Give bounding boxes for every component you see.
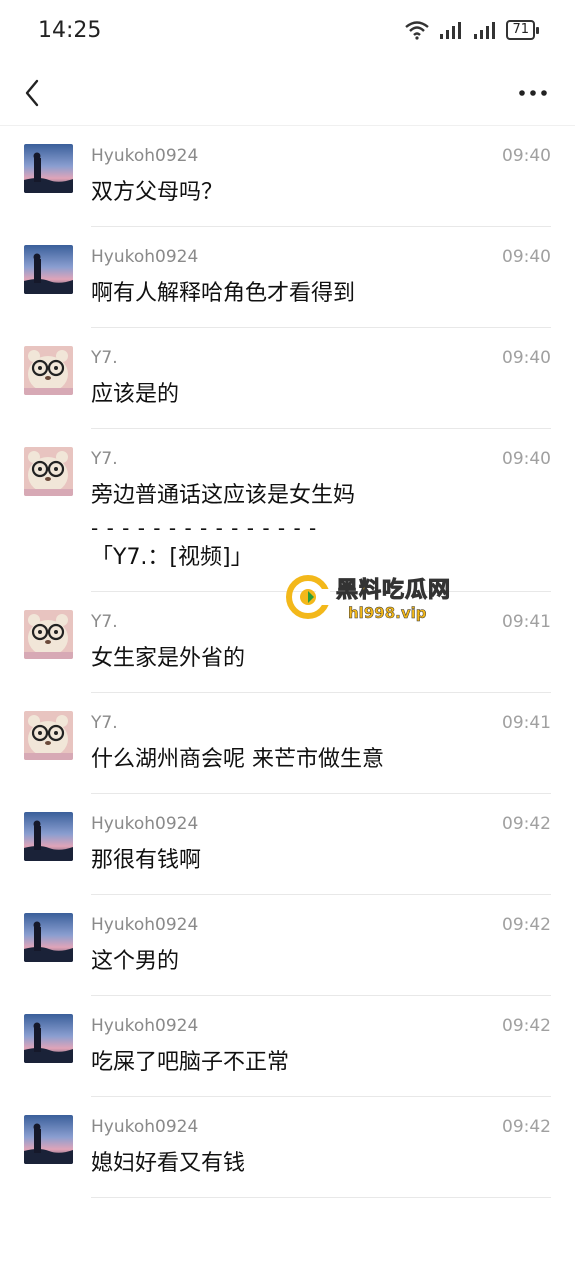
sender-name: Y7. [91, 612, 118, 632]
sender-name: Y7. [91, 449, 118, 469]
message-item[interactable]: Hyukoh0924 09:42 这个男的 [0, 895, 575, 996]
message-text[interactable]: 那很有钱啊 [91, 846, 551, 876]
battery-icon: 71 [506, 20, 539, 40]
avatar[interactable] [24, 610, 73, 659]
message-time: 09:40 [502, 146, 551, 166]
message-body: Hyukoh0924 09:42 媳妇好看又有钱 [91, 1097, 551, 1198]
message-text[interactable]: 女生家是外省的 [91, 644, 551, 674]
signal-icon [440, 22, 462, 39]
avatar[interactable] [24, 1115, 73, 1164]
message-time: 09:42 [502, 1117, 551, 1137]
avatar[interactable] [24, 144, 73, 193]
battery-level: 71 [506, 20, 535, 40]
chevron-left-icon [25, 79, 39, 106]
avatar[interactable] [24, 346, 73, 395]
sender-name: Hyukoh0924 [91, 915, 199, 935]
message-body: Hyukoh0924 09:40 双方父母吗？ [91, 126, 551, 227]
sender-name: Hyukoh0924 [91, 247, 199, 267]
message-time: 09:42 [502, 1016, 551, 1036]
message-body: Y7. 09:40 旁边普通话这应该是女生妈 - - - - - - - - - - … [91, 429, 551, 592]
message-item[interactable]: Y7. 09:41 女生家是外省的 [0, 592, 575, 693]
message-text[interactable]: 旁边普通话这应该是女生妈 [91, 481, 551, 511]
quote-separator: - - - - - - - - - - - - - - - [91, 516, 318, 540]
avatar[interactable] [24, 913, 73, 962]
status-bar: 14:25 71 [0, 0, 575, 60]
avatar[interactable] [24, 245, 73, 294]
message-text[interactable]: 吃屎了吧脑子不正常 [91, 1048, 551, 1078]
message-item[interactable]: Hyukoh0924 09:42 那很有钱啊 [0, 794, 575, 895]
message-body: Hyukoh0924 09:42 那很有钱啊 [91, 794, 551, 895]
message-time: 09:40 [502, 449, 551, 469]
message-time: 09:41 [502, 612, 551, 632]
avatar[interactable] [24, 812, 73, 861]
message-text[interactable]: 啊有人解释哈角色才看得到 [91, 279, 551, 309]
message-body: Y7. 09:41 什么湖州商会呢 来芒市做生意 [91, 693, 551, 794]
message-time: 09:40 [502, 247, 551, 267]
message-time: 09:40 [502, 348, 551, 368]
message-time: 09:41 [502, 713, 551, 733]
message-text[interactable]: 媳妇好看又有钱 [91, 1149, 551, 1179]
message-item[interactable]: Y7. 09:41 什么湖州商会呢 来芒市做生意 [0, 693, 575, 794]
sender-name: Hyukoh0924 [91, 146, 199, 166]
status-icons: 71 [404, 20, 539, 40]
avatar[interactable] [24, 447, 73, 496]
nav-bar [0, 60, 575, 126]
message-time: 09:42 [502, 814, 551, 834]
message-item[interactable]: Y7. 09:40 旁边普通话这应该是女生妈 - - - - - - - - - - … [0, 429, 575, 592]
avatar[interactable] [24, 711, 73, 760]
message-body: Hyukoh0924 09:42 吃屎了吧脑子不正常 [91, 996, 551, 1097]
message-body: Hyukoh0924 09:42 这个男的 [91, 895, 551, 996]
message-text[interactable]: 应该是的 [91, 380, 551, 410]
more-horizontal-icon [519, 89, 547, 96]
message-item[interactable]: Hyukoh0924 09:40 啊有人解释哈角色才看得到 [0, 227, 575, 328]
message-item[interactable]: Hyukoh0924 09:42 吃屎了吧脑子不正常 [0, 996, 575, 1097]
back-button[interactable] [16, 77, 48, 109]
sender-name: Hyukoh0924 [91, 1117, 199, 1137]
message-item[interactable]: Y7. 09:40 应该是的 [0, 328, 575, 429]
more-button[interactable] [517, 77, 549, 109]
sender-name: Y7. [91, 713, 118, 733]
message-body: Hyukoh0924 09:40 啊有人解释哈角色才看得到 [91, 227, 551, 328]
message-list[interactable]: Hyukoh0924 09:40 双方父母吗？ Hyukoh0924 09:40 啊有人解… [0, 126, 575, 1198]
signal-icon [474, 22, 496, 39]
message-time: 09:42 [502, 915, 551, 935]
sender-name: Hyukoh0924 [91, 814, 199, 834]
sender-name: Y7. [91, 348, 118, 368]
message-body: Y7. 09:40 应该是的 [91, 328, 551, 429]
message-text[interactable]: 什么湖州商会呢 来芒市做生意 [91, 745, 551, 775]
message-text[interactable]: 这个男的 [91, 947, 551, 977]
message-body: Y7. 09:41 女生家是外省的 [91, 592, 551, 693]
message-text[interactable]: 双方父母吗？ [91, 178, 551, 208]
sender-name: Hyukoh0924 [91, 1016, 199, 1036]
message-item[interactable]: Hyukoh0924 09:40 双方父母吗？ [0, 126, 575, 227]
message-item[interactable]: Hyukoh0924 09:42 媳妇好看又有钱 [0, 1097, 575, 1198]
wifi-icon [405, 21, 430, 40]
status-time: 14:25 [38, 17, 102, 43]
avatar[interactable] [24, 1014, 73, 1063]
quoted-message[interactable]: 「Y7.：[视频]」 [91, 543, 551, 573]
